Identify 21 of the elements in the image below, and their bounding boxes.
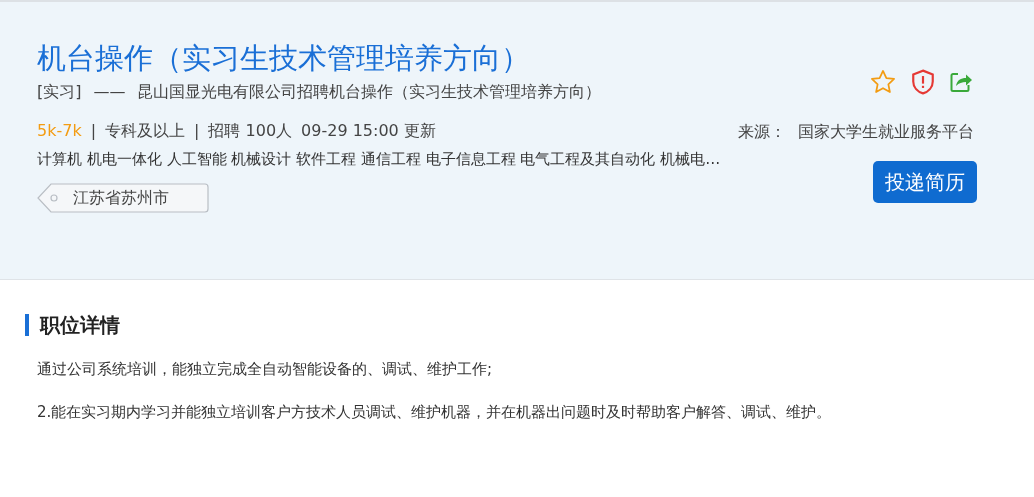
separator-text: | <box>90 121 97 142</box>
salary-text: 5k-7k <box>37 121 82 142</box>
separator-text: | <box>194 121 200 142</box>
section-heading: 职位详情 <box>25 314 1034 336</box>
majors-text: 计算机 机电一体化 人工智能 机械设计 软件工程 通信工程 电子信息工程 电气工程及其自动化 机械电… <box>37 150 721 169</box>
dash-text: —— <box>93 82 126 103</box>
meta-text: 专科及以上 <box>105 121 186 142</box>
source-label: 来源： <box>738 122 786 143</box>
job-title: 机台操作（实习生技术管理培养方向） <box>37 40 530 77</box>
source-text: 国家大学生就业服务平台 <box>798 122 974 143</box>
share-icon[interactable] <box>949 70 973 94</box>
shield-alert-icon[interactable] <box>911 69 935 95</box>
detail-paragraph: 通过公司系统培训，能独立完成全自动智能设备的、调试、维护工作; <box>37 360 494 379</box>
detail-paragraph: 2.能在实习期内学习并能独立培训客户方技术人员调试、维护机器，并在机器出问题时及时帮助客户解答、调试、维护。 <box>37 403 833 422</box>
job-type-text: [实习] <box>37 82 82 103</box>
location-tag: 江苏省苏州市 <box>37 183 209 213</box>
star-icon[interactable] <box>869 68 897 96</box>
meta-text: 招聘 100人 <box>208 121 293 142</box>
meta-text: 09-29 15:00 更新 <box>301 121 436 142</box>
company-subtitle: 昆山国显光电有限公司招聘机台操作（实习生技术管理培养方向） <box>137 82 602 103</box>
apply-button[interactable]: 投递简历 <box>873 161 977 203</box>
